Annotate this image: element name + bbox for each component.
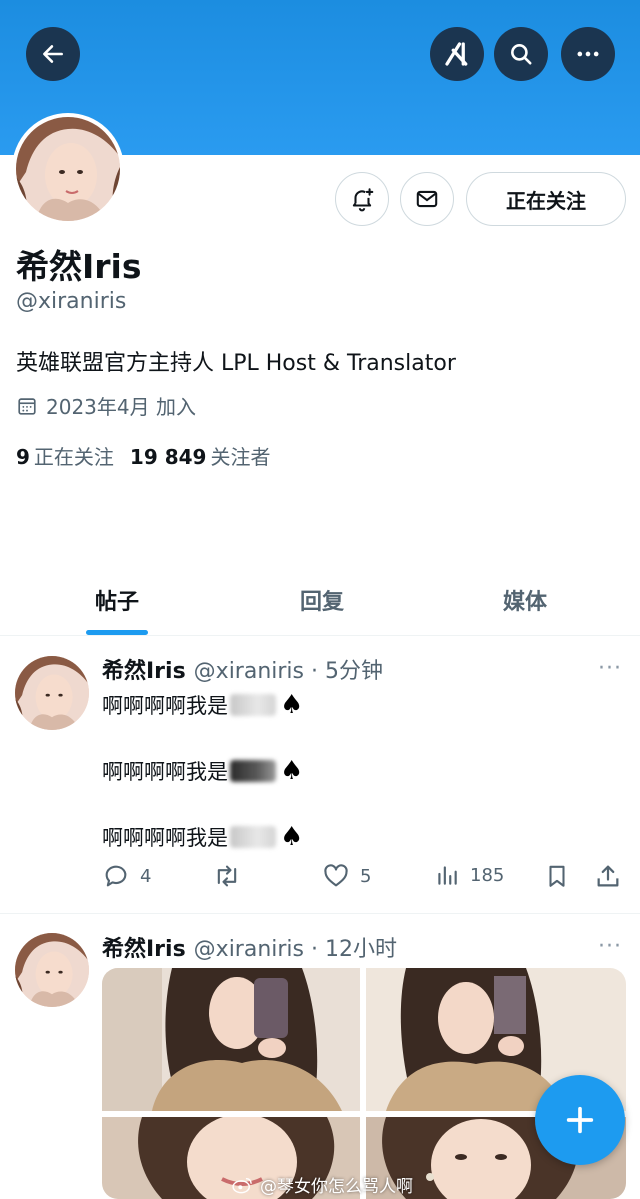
profile-bio: 英雄联盟官方主持人 LPL Host & Translator: [16, 351, 456, 376]
join-date-text: 2023年4月 加入: [46, 395, 196, 419]
censored-text: [230, 760, 276, 782]
post-meta: @xiraniris · 12小时: [193, 937, 397, 962]
post-avatar[interactable]: [15, 933, 89, 1007]
views-button[interactable]: 185: [434, 862, 504, 888]
compose-button[interactable]: [535, 1075, 625, 1165]
post-header: 希然Iris @xiraniris · 12小时: [102, 931, 397, 963]
arrow-left-icon: [43, 45, 63, 63]
post-actions: 4 5 185: [100, 862, 630, 894]
followers-count-link[interactable]: 19 849 关注者: [130, 441, 271, 470]
watermark-text: @琴女你怎么骂人啊: [260, 1177, 413, 1197]
share-icon: [597, 865, 619, 887]
post-media-grid: [102, 968, 626, 1199]
media-photo[interactable]: [102, 968, 360, 1111]
grok-button[interactable]: [430, 27, 484, 81]
post-author[interactable]: 希然Iris: [102, 653, 186, 685]
bar-chart-icon: [438, 866, 457, 885]
search-button[interactable]: [494, 27, 548, 81]
share-button[interactable]: [594, 862, 622, 890]
post-more-button[interactable]: ···: [598, 934, 622, 959]
plus-icon: [566, 1106, 594, 1134]
profile-avatar[interactable]: [12, 113, 124, 225]
tab-replies[interactable]: 回复: [234, 570, 410, 635]
bookmark-button[interactable]: [544, 862, 570, 890]
search-icon: [511, 44, 532, 65]
more-horizontal-icon: [577, 51, 599, 57]
watermark: @琴女你怎么骂人啊: [232, 1172, 413, 1197]
notifications-button[interactable]: [335, 172, 389, 226]
censored-text: [230, 826, 276, 848]
calendar-icon: [18, 397, 36, 415]
reply-button[interactable]: 4: [102, 862, 151, 890]
message-button[interactable]: [400, 172, 454, 226]
active-tab-indicator: [86, 630, 148, 635]
following-count-link[interactable]: 9 正在关注: [16, 441, 114, 470]
tab-posts[interactable]: 帖子: [0, 570, 234, 635]
heart-icon: [324, 864, 348, 887]
repost-icon: [217, 865, 237, 887]
envelope-icon: [416, 190, 438, 208]
more-options-button[interactable]: [561, 27, 615, 81]
post-text-line: 啊啊啊啊我是 ♠: [102, 756, 304, 786]
post-avatar[interactable]: [15, 656, 89, 730]
following-button[interactable]: 正在关注: [466, 172, 626, 226]
post-header: 希然Iris @xiraniris · 5分钟: [102, 653, 383, 685]
follow-counts: 9 正在关注 19 849 关注者: [16, 441, 270, 470]
post-text-line: 啊啊啊啊我是 ♠: [102, 822, 304, 852]
post-divider: [0, 913, 640, 914]
profile-tabs: 帖子 回复 媒体: [0, 570, 640, 636]
tab-media[interactable]: 媒体: [410, 570, 640, 635]
reply-icon: [105, 865, 127, 887]
bell-plus-icon: [352, 188, 374, 212]
profile-name: 希然Iris: [16, 247, 142, 286]
repost-button[interactable]: [212, 862, 242, 890]
censored-text: [230, 694, 276, 716]
like-button[interactable]: 5: [322, 862, 371, 890]
weibo-logo-icon: [232, 1177, 252, 1193]
profile-handle: @xiraniris: [16, 289, 127, 314]
post-author[interactable]: 希然Iris: [102, 931, 186, 963]
post-text-line: 啊啊啊啊我是 ♠: [102, 690, 304, 720]
grok-icon: [445, 42, 468, 66]
join-date: 2023年4月 加入: [16, 391, 196, 420]
back-button[interactable]: [26, 27, 80, 81]
spade-emoji: ♠: [280, 690, 304, 720]
post-more-button[interactable]: ···: [598, 656, 622, 681]
spade-emoji: ♠: [280, 822, 304, 852]
bookmark-icon: [549, 865, 565, 887]
spade-emoji: ♠: [280, 756, 304, 786]
post-meta: @xiraniris · 5分钟: [193, 659, 383, 684]
